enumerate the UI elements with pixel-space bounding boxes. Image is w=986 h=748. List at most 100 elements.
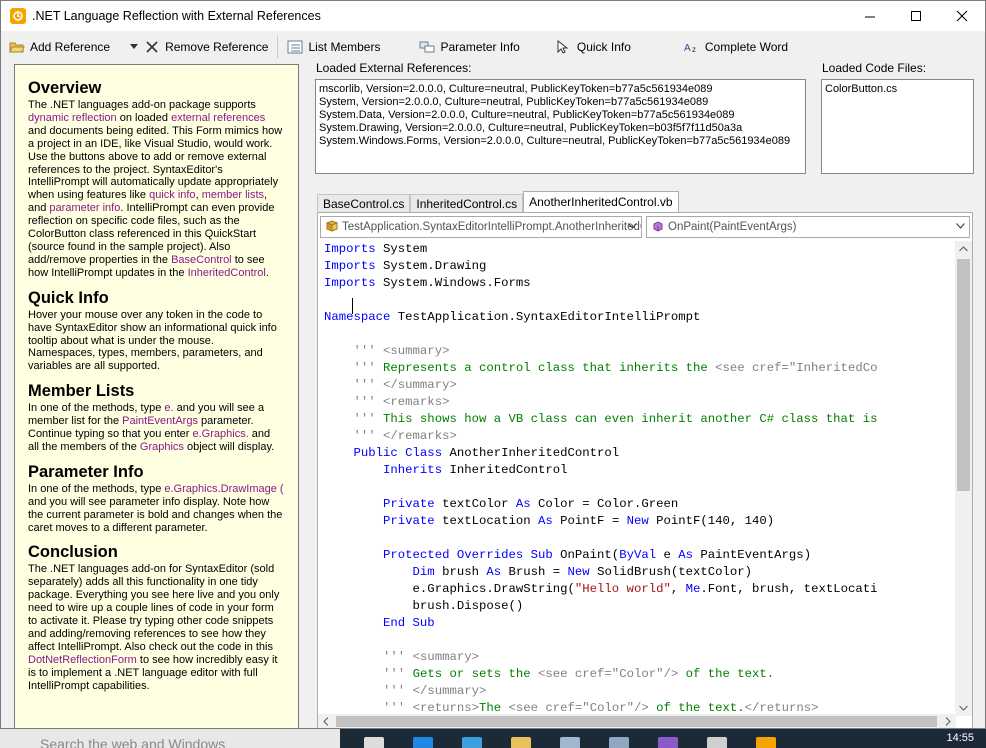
tab-anotherinheritedcontrol[interactable]: AnotherInheritedControl.vb bbox=[523, 191, 679, 213]
toolbar: Add Reference Remove Reference List Memb… bbox=[1, 32, 985, 61]
code-line[interactable]: Public Class AnotherInheritedControl bbox=[324, 445, 952, 462]
code-line[interactable]: brush.Dispose() bbox=[324, 598, 952, 615]
code-line[interactable]: Dim brush As Brush = New SolidBrush(text… bbox=[324, 564, 952, 581]
link-member-lists[interactable]: member lists bbox=[202, 189, 264, 201]
code-line[interactable]: ''' <summary> bbox=[324, 343, 952, 360]
code-token: <see cref="Color"/> bbox=[508, 701, 649, 715]
code-token: As bbox=[508, 497, 531, 511]
app-icon-1[interactable] bbox=[560, 737, 580, 748]
syntaxeditor-app-icon[interactable] bbox=[756, 737, 776, 748]
code-line[interactable] bbox=[324, 530, 952, 547]
code-token: Imports bbox=[324, 276, 376, 290]
remove-reference-button[interactable]: Remove Reference bbox=[141, 34, 271, 59]
parameter-info-button[interactable]: Parameter Info bbox=[416, 34, 522, 59]
link-basecontrol[interactable]: BaseControl bbox=[171, 254, 232, 266]
references-listbox[interactable]: mscorlib, Version=2.0.0.0, Culture=neutr… bbox=[315, 79, 806, 174]
link-drawimage[interactable]: e.Graphics.DrawImage ( bbox=[164, 483, 283, 495]
internet-explorer-icon[interactable] bbox=[462, 737, 482, 748]
code-token: .Font, brush, textLocati bbox=[700, 582, 878, 596]
tab-basecontrol[interactable]: BaseControl.cs bbox=[317, 194, 411, 213]
app-icon-2[interactable] bbox=[609, 737, 629, 748]
scroll-right-icon[interactable] bbox=[945, 717, 951, 726]
add-reference-dropdown[interactable] bbox=[127, 34, 141, 59]
code-line[interactable]: Namespace TestApplication.SyntaxEditorIn… bbox=[324, 309, 952, 326]
code-line[interactable]: Imports System bbox=[324, 241, 952, 258]
quick-info-button[interactable]: Quick Info bbox=[553, 34, 634, 59]
code-line[interactable]: ''' Gets or sets the <see cref="Color"/>… bbox=[324, 666, 952, 683]
horizontal-scroll-thumb[interactable] bbox=[336, 716, 937, 727]
scroll-left-icon[interactable] bbox=[323, 717, 329, 726]
tab-inheritedcontrol[interactable]: InheritedControl.cs bbox=[410, 194, 524, 213]
code-token: ''' bbox=[324, 361, 376, 375]
code-line[interactable]: ''' <summary> bbox=[324, 649, 952, 666]
code-text[interactable]: Imports System Imports System.Drawing Impo… bbox=[324, 241, 952, 716]
link-e-dot[interactable]: e. bbox=[164, 402, 173, 414]
link-dotnetreflectionform[interactable]: DotNetReflectionForm bbox=[28, 654, 137, 666]
scroll-down-icon[interactable] bbox=[959, 705, 968, 711]
link-graphics[interactable]: Graphics bbox=[140, 441, 184, 453]
scroll-up-icon[interactable] bbox=[959, 246, 968, 252]
codefiles-listbox[interactable]: ColorButton.cs bbox=[821, 79, 974, 174]
app-icon bbox=[10, 8, 26, 24]
add-reference-button[interactable]: Add Reference bbox=[6, 34, 113, 59]
taskbar-search-box[interactable]: Search the web and Windows bbox=[0, 729, 340, 748]
code-token: TestApplication.SyntaxEditorIntelliPromp… bbox=[390, 310, 701, 324]
link-painteventargs[interactable]: PaintEventArgs bbox=[122, 415, 198, 427]
reference-item[interactable]: System.Drawing, Version=2.0.0.0, Culture… bbox=[319, 122, 805, 135]
link-dynamic-reflection[interactable]: dynamic reflection bbox=[28, 112, 117, 124]
code-token: PointF = bbox=[552, 514, 620, 528]
maximize-button[interactable] bbox=[893, 1, 939, 31]
code-line[interactable]: ''' Represents a control class that inhe… bbox=[324, 360, 952, 377]
file-explorer-icon[interactable] bbox=[511, 737, 531, 748]
code-token: InheritedControl bbox=[442, 463, 568, 477]
code-line[interactable]: Inherits InheritedControl bbox=[324, 462, 952, 479]
task-view-icon[interactable] bbox=[364, 737, 384, 748]
code-line[interactable] bbox=[324, 632, 952, 649]
horizontal-scrollbar[interactable] bbox=[318, 714, 956, 728]
code-line[interactable]: End Sub bbox=[324, 615, 952, 632]
reference-item[interactable]: System, Version=2.0.0.0, Culture=neutral… bbox=[319, 96, 805, 109]
code-line[interactable]: Protected Overrides Sub OnPaint(ByVal e … bbox=[324, 547, 952, 564]
settings-gear-icon[interactable] bbox=[707, 737, 727, 748]
code-line[interactable]: ''' This shows how a VB class can even i… bbox=[324, 411, 952, 428]
complete-word-button[interactable]: Az Complete Word bbox=[681, 34, 791, 59]
member-combo[interactable]: OnPaint(PaintEventArgs) bbox=[646, 216, 970, 238]
code-line[interactable]: e.Graphics.DrawString("Hello world", Me.… bbox=[324, 581, 952, 598]
code-line[interactable] bbox=[324, 479, 952, 496]
code-line[interactable] bbox=[324, 326, 952, 343]
link-parameter-info[interactable]: parameter info bbox=[49, 202, 120, 214]
document-tabs: BaseControl.cs InheritedControl.cs Anoth… bbox=[317, 191, 679, 213]
link-quick-info[interactable]: quick info bbox=[149, 189, 195, 201]
vertical-scroll-thumb[interactable] bbox=[957, 259, 970, 491]
reference-item[interactable]: System.Windows.Forms, Version=2.0.0.0, C… bbox=[319, 135, 805, 148]
link-external-references[interactable]: external references bbox=[171, 112, 265, 124]
code-editor[interactable]: TestApplication.SyntaxEditorIntelliPromp… bbox=[317, 212, 973, 728]
edge-icon[interactable] bbox=[413, 737, 433, 748]
type-combo[interactable]: TestApplication.SyntaxEditorIntelliPromp… bbox=[320, 216, 642, 238]
code-line[interactable]: ''' </summary> bbox=[324, 683, 952, 700]
code-line[interactable]: ''' </remarks> bbox=[324, 428, 952, 445]
code-line[interactable]: Imports System.Drawing bbox=[324, 258, 952, 275]
list-members-button[interactable]: List Members bbox=[284, 34, 383, 59]
code-line[interactable]: ''' <remarks> bbox=[324, 394, 952, 411]
link-inheritedcontrol[interactable]: InheritedControl bbox=[188, 267, 266, 279]
code-line[interactable]: Private textLocation As PointF = New Poi… bbox=[324, 513, 952, 530]
code-line[interactable] bbox=[324, 292, 952, 309]
visual-studio-icon[interactable] bbox=[658, 737, 678, 748]
minimize-button[interactable] bbox=[847, 1, 893, 31]
link-e-graphics[interactable]: e.Graphics. bbox=[193, 428, 249, 440]
code-token: e.Graphics.DrawString( bbox=[324, 582, 575, 596]
code-token: Public Class bbox=[324, 446, 443, 460]
code-line[interactable]: Private textColor As Color = Color.Green bbox=[324, 496, 952, 513]
code-line[interactable]: ''' </summary> bbox=[324, 377, 952, 394]
code-line[interactable]: Imports System.Windows.Forms bbox=[324, 275, 952, 292]
method-icon bbox=[650, 220, 666, 234]
code-token: Inherits bbox=[324, 463, 443, 477]
close-button[interactable] bbox=[939, 1, 985, 31]
reference-item[interactable]: mscorlib, Version=2.0.0.0, Culture=neutr… bbox=[319, 83, 805, 96]
reference-item[interactable]: System.Data, Version=2.0.0.0, Culture=ne… bbox=[319, 109, 805, 122]
text-caret bbox=[352, 298, 353, 314]
codefile-item[interactable]: ColorButton.cs bbox=[825, 83, 973, 96]
list-members-icon bbox=[287, 39, 303, 55]
vertical-scrollbar[interactable] bbox=[955, 241, 972, 716]
